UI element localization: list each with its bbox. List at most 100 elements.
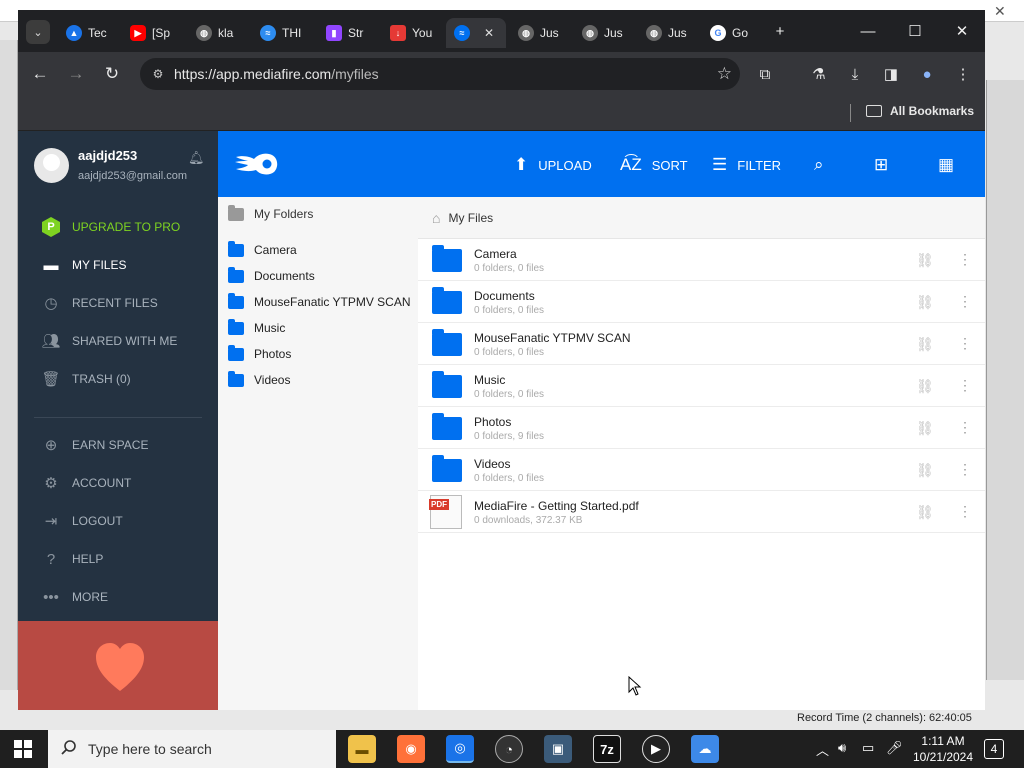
share-link-icon[interactable]: ⛓ (916, 252, 934, 269)
upload-button[interactable]: ⬆ UPLOAD (514, 153, 592, 177)
share-link-icon[interactable]: ⛓ (916, 462, 934, 479)
tab-youtube-sp[interactable]: ▶ [Sp (122, 18, 184, 48)
trash-icon: 🗑︎ (41, 371, 61, 388)
all-bookmarks-button[interactable]: All Bookmarks (866, 104, 974, 118)
window-close-icon[interactable]: ✕ (942, 18, 982, 44)
sidebar-item-trash[interactable]: 🗑︎ TRASH (0) (18, 361, 218, 397)
tab-close-icon[interactable]: ✕ (484, 26, 494, 40)
more-options-icon[interactable]: ⋮ (958, 503, 972, 520)
more-options-icon[interactable]: ⋮ (958, 335, 972, 352)
site-settings-icon[interactable]: ⚙ (150, 66, 166, 82)
microphone-icon[interactable]: 🎤︎ (886, 740, 903, 756)
tree-item-camera[interactable]: Camera (228, 240, 297, 257)
video-editor-icon[interactable]: ▣ (544, 735, 572, 763)
user-folder-icon[interactable]: ☁ (691, 735, 719, 763)
tree-item-documents[interactable]: Documents (228, 266, 315, 283)
tab-you[interactable]: ↓ You (382, 18, 444, 48)
file-row[interactable]: MouseFanatic YTPMV SCAN 0 folders, 0 fil… (418, 323, 985, 365)
sidebar-item-more[interactable]: ••• MORE (18, 579, 218, 615)
tab-kla[interactable]: ◍ kla (188, 18, 250, 48)
notification-center-icon[interactable]: 4 (984, 739, 1004, 759)
more-options-icon[interactable]: ⋮ (958, 461, 972, 478)
media-player-icon[interactable]: ▶ (642, 735, 670, 763)
downloads-icon[interactable]: ⤓ (844, 63, 866, 85)
sidebar-item-logout[interactable]: ⇥ LOGOUT (18, 503, 218, 539)
taskbar-clock[interactable]: 1:11 AM 10/21/2024 (912, 733, 974, 765)
sort-button[interactable]: A͡Z SORT (620, 153, 688, 177)
tab-google[interactable]: G Go (702, 18, 764, 48)
tab-mediafire-active[interactable]: ≈ ✕ (446, 18, 506, 48)
url-text[interactable]: https://app.mediafire.com/myfiles (174, 66, 379, 82)
tab-jus-3[interactable]: ◍ Jus (638, 18, 700, 48)
file-row[interactable]: Music 0 folders, 0 files ⛓ ⋮ (418, 365, 985, 407)
notification-bell-icon[interactable]: 🔔︎ (188, 150, 205, 166)
tab-thi[interactable]: ≈ THI (252, 18, 314, 48)
share-link-icon[interactable]: ⛓ (916, 504, 934, 521)
tree-item-photos[interactable]: Photos (228, 344, 291, 361)
sidebar-item-account[interactable]: ⚙ ACCOUNT (18, 465, 218, 501)
file-row[interactable]: Photos 0 folders, 9 files ⛓ ⋮ (418, 407, 985, 449)
taskbar-search-box[interactable]: Type here to search (48, 730, 336, 768)
back-arrow-icon[interactable]: ← (28, 62, 52, 86)
more-options-icon[interactable]: ⋮ (958, 419, 972, 436)
home-icon[interactable]: ⌂ (432, 210, 440, 226)
share-link-icon[interactable]: ⛓ (916, 420, 934, 437)
side-panel-icon[interactable]: ◨ (880, 63, 902, 85)
tray-chevron-icon[interactable]: ︿ (816, 740, 829, 759)
grid-view-button[interactable]: ▦ (938, 153, 964, 177)
sidebar-item-my-files[interactable]: ▬ MY FILES (18, 247, 218, 283)
browser-menu-icon[interactable]: ⋮ (952, 63, 974, 85)
file-row[interactable]: PDF MediaFire - Getting Started.pdf 0 do… (418, 491, 985, 533)
minimize-icon[interactable]: — (848, 18, 888, 44)
sidebar-item-recent-files[interactable]: ◷ RECENT FILES (18, 285, 218, 321)
windows-start-icon[interactable] (14, 740, 32, 758)
tab-str[interactable]: ▮ Str (318, 18, 380, 48)
tree-item-videos[interactable]: Videos (228, 370, 290, 387)
tab-tec[interactable]: ▲ Tec (58, 18, 120, 48)
filter-button[interactable]: ☰ FILTER (712, 153, 781, 177)
search-button[interactable]: ⌕ (814, 153, 834, 177)
new-tab-plus-icon[interactable]: + (760, 18, 800, 44)
address-bar[interactable]: ⚙ https://app.mediafire.com/myfiles ☆ (140, 58, 740, 90)
more-options-icon[interactable]: ⋮ (958, 251, 972, 268)
extensions-icon[interactable]: ⧉ (754, 63, 776, 85)
forward-arrow-icon[interactable]: → (64, 62, 88, 86)
tab-search-chevron-icon[interactable]: ⌄ (26, 20, 50, 44)
obs-icon[interactable]: ◔ (495, 735, 523, 763)
volume-icon[interactable]: 🔊︎ (838, 740, 846, 756)
tree-item-mousefanatic[interactable]: MouseFanatic YTPMV SCAN (228, 292, 411, 309)
sidebar-item-shared[interactable]: 👥︎ SHARED WITH ME (18, 323, 218, 359)
background-close-icon[interactable]: ✕ (994, 3, 1006, 20)
file-row[interactable]: Camera 0 folders, 0 files ⛓ ⋮ (418, 239, 985, 281)
chrome-icon[interactable]: ◎ (446, 735, 474, 763)
file-row[interactable]: Documents 0 folders, 0 files ⛓ ⋮ (418, 281, 985, 323)
promo-banner[interactable] (18, 621, 218, 710)
file-explorer-icon[interactable]: ▬ (348, 735, 376, 763)
more-options-icon[interactable]: ⋮ (958, 377, 972, 394)
maximize-icon[interactable]: ☐ (895, 18, 935, 44)
mediafire-logo-icon[interactable] (234, 151, 280, 177)
reload-icon[interactable]: ↻ (100, 62, 124, 86)
bookmark-star-icon[interactable]: ☆ (717, 64, 732, 84)
file-row[interactable]: Videos 0 folders, 0 files ⛓ ⋮ (418, 449, 985, 491)
tree-item-music[interactable]: Music (228, 318, 285, 335)
sidebar-item-upgrade[interactable]: P UPGRADE TO PRO (18, 209, 218, 245)
network-icon[interactable]: ▭ (862, 740, 874, 756)
firefox-icon[interactable]: ◉ (397, 735, 425, 763)
sidebar-item-earn-space[interactable]: ⊕ EARN SPACE (18, 427, 218, 463)
new-folder-button[interactable]: ⊞ (874, 153, 898, 177)
more-options-icon[interactable]: ⋮ (958, 293, 972, 310)
profile-avatar-icon[interactable]: ● (916, 63, 938, 85)
more-dots-icon: ••• (43, 588, 59, 606)
labs-flask-icon[interactable]: ⚗ (808, 63, 830, 85)
share-link-icon[interactable]: ⛓ (916, 294, 934, 311)
share-link-icon[interactable]: ⛓ (916, 336, 934, 353)
avatar[interactable] (34, 148, 69, 183)
7zip-icon[interactable]: 7z (593, 735, 621, 763)
share-link-icon[interactable]: ⛓ (916, 378, 934, 395)
sidebar-item-help[interactable]: ? HELP (18, 541, 218, 577)
tab-jus-1[interactable]: ◍ Jus (510, 18, 572, 48)
user-profile[interactable]: aajdjd253 aajdjd253@gmail.com 🔔︎ (18, 131, 218, 201)
folder-tree-title[interactable]: My Folders (228, 204, 313, 221)
tab-jus-2[interactable]: ◍ Jus (574, 18, 636, 48)
